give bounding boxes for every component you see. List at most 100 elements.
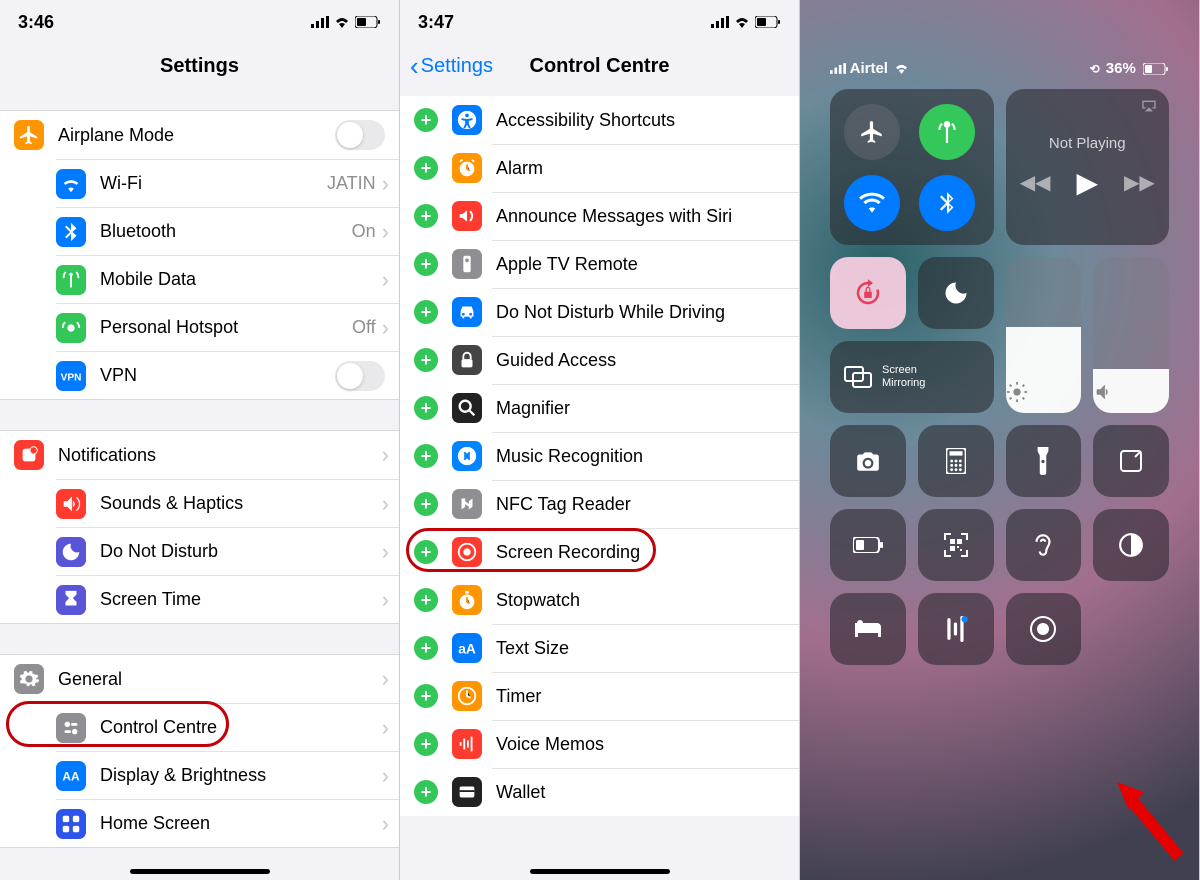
media-tile[interactable]: Not Playing ◀◀ ▶ ▶▶: [1006, 89, 1170, 245]
display-brightness-row[interactable]: AADisplay & Brightness›: [56, 751, 399, 799]
hearing-tile[interactable]: [1006, 509, 1082, 581]
status-time: 3:47: [418, 12, 454, 33]
home-indicator[interactable]: [530, 869, 670, 874]
accessibility-shortcuts-row[interactable]: +Accessibility Shortcuts: [400, 96, 799, 144]
row-value: JATIN: [327, 173, 376, 194]
annotation-arrow: [1109, 772, 1189, 862]
do-not-disturb-row[interactable]: Do Not Disturb›: [56, 527, 399, 575]
add-button[interactable]: +: [414, 204, 438, 228]
screen-recording-tile[interactable]: [1006, 593, 1082, 665]
remote-icon: [452, 249, 482, 279]
page-title: Settings: [0, 44, 399, 88]
sleep-tile[interactable]: [830, 593, 906, 665]
text-size-row[interactable]: +aAText Size: [400, 624, 799, 672]
status-time: 3:46: [18, 12, 54, 33]
volume-icon: [1093, 381, 1169, 403]
bed-icon: [853, 619, 883, 639]
notifications-row[interactable]: Notifications›: [0, 431, 399, 479]
qr-scanner-tile[interactable]: [918, 509, 994, 581]
wallet-row[interactable]: +Wallet: [400, 768, 799, 816]
wi-fi-row[interactable]: Wi-FiJATIN›: [56, 159, 399, 207]
add-button[interactable]: +: [414, 684, 438, 708]
flashlight-tile[interactable]: [1006, 425, 1082, 497]
aa-icon: AA: [56, 761, 86, 791]
rewind-button[interactable]: ◀◀: [1020, 170, 1051, 195]
add-button[interactable]: +: [414, 636, 438, 660]
chevron-right-icon: ›: [382, 811, 389, 837]
add-button[interactable]: +: [414, 156, 438, 180]
airplane-toggle[interactable]: [844, 104, 900, 160]
orientation-lock-status-icon: ⟲: [1090, 62, 1100, 76]
carrier-label: Airtel: [830, 60, 909, 77]
add-button[interactable]: +: [414, 732, 438, 756]
calculator-icon: [946, 448, 966, 474]
screen-mirroring-tile[interactable]: ScreenMirroring: [830, 341, 994, 413]
antenna-icon: [56, 265, 86, 295]
add-button[interactable]: +: [414, 252, 438, 276]
apple-tv-remote-row[interactable]: +Apple TV Remote: [400, 240, 799, 288]
bluetooth-toggle[interactable]: [919, 175, 975, 231]
control-centre-row[interactable]: Control Centre›: [56, 703, 399, 751]
airplane-mode-row[interactable]: Airplane Mode: [0, 111, 399, 159]
voice-memos-row[interactable]: +Voice Memos: [400, 720, 799, 768]
antenna-icon: [934, 119, 960, 145]
timer-icon: [452, 681, 482, 711]
nfc-tag-reader-row[interactable]: +NFC Tag Reader: [400, 480, 799, 528]
record-icon: [1029, 615, 1057, 643]
screen-time-row[interactable]: Screen Time›: [56, 575, 399, 623]
screen-recording-row[interactable]: +Screen Recording: [400, 528, 799, 576]
orientation-lock-tile[interactable]: [830, 257, 906, 329]
add-button[interactable]: +: [414, 588, 438, 612]
forward-button[interactable]: ▶▶: [1124, 170, 1155, 195]
toggle[interactable]: [335, 361, 385, 391]
notes-tile[interactable]: [1093, 425, 1169, 497]
brightness-slider[interactable]: [1006, 257, 1082, 413]
home-screen-row[interactable]: Home Screen›: [56, 799, 399, 847]
home-indicator[interactable]: [130, 869, 270, 874]
add-button[interactable]: +: [414, 444, 438, 468]
alarm-row[interactable]: +Alarm: [400, 144, 799, 192]
airplay-icon[interactable]: [1141, 99, 1157, 113]
add-button[interactable]: +: [414, 780, 438, 804]
sounds-haptics-row[interactable]: Sounds & Haptics›: [56, 479, 399, 527]
timer-row[interactable]: +Timer: [400, 672, 799, 720]
low-power-tile[interactable]: [830, 509, 906, 581]
general-row[interactable]: General›: [0, 655, 399, 703]
music-recognition-row[interactable]: +Music Recognition: [400, 432, 799, 480]
add-button[interactable]: +: [414, 300, 438, 324]
shazam-tile[interactable]: [918, 593, 994, 665]
orientation-lock-icon: [853, 278, 883, 308]
magnifier-row[interactable]: +Magnifier: [400, 384, 799, 432]
mobile-data-row[interactable]: Mobile Data›: [56, 255, 399, 303]
bluetooth-icon: [56, 217, 86, 247]
guided-access-row[interactable]: +Guided Access: [400, 336, 799, 384]
status-bar: Airtel ⟲ 36%: [800, 0, 1199, 89]
bluetooth-row[interactable]: BluetoothOn›: [56, 207, 399, 255]
control-centre-overlay: Airtel ⟲ 36% Not Playing ◀◀ ▶ ▶▶: [800, 0, 1200, 880]
connectivity-tile[interactable]: [830, 89, 994, 245]
vpn-row[interactable]: VPNVPN: [56, 351, 399, 399]
announce-icon: [452, 201, 482, 231]
do-not-disturb-tile[interactable]: [918, 257, 994, 329]
add-button[interactable]: +: [414, 108, 438, 132]
row-label: Announce Messages with Siri: [496, 206, 799, 227]
calculator-tile[interactable]: [918, 425, 994, 497]
add-button[interactable]: +: [414, 348, 438, 372]
stopwatch-row[interactable]: +Stopwatch: [400, 576, 799, 624]
add-button[interactable]: +: [414, 396, 438, 420]
do-not-disturb-while-driving-row[interactable]: +Do Not Disturb While Driving: [400, 288, 799, 336]
row-label: Airplane Mode: [58, 125, 335, 146]
add-button[interactable]: +: [414, 492, 438, 516]
announce-messages-with-siri-row[interactable]: + Announce Messages with Siri: [400, 192, 799, 240]
signal-icon: [830, 63, 846, 74]
cellular-toggle[interactable]: [919, 104, 975, 160]
camera-tile[interactable]: [830, 425, 906, 497]
toggle[interactable]: [335, 120, 385, 150]
add-button[interactable]: +: [414, 540, 438, 564]
dark-mode-tile[interactable]: [1093, 509, 1169, 581]
textsize-icon: aA: [452, 633, 482, 663]
personal-hotspot-row[interactable]: Personal HotspotOff›: [56, 303, 399, 351]
wifi-toggle[interactable]: [844, 175, 900, 231]
play-button[interactable]: ▶: [1076, 166, 1098, 199]
volume-slider[interactable]: [1093, 257, 1169, 413]
